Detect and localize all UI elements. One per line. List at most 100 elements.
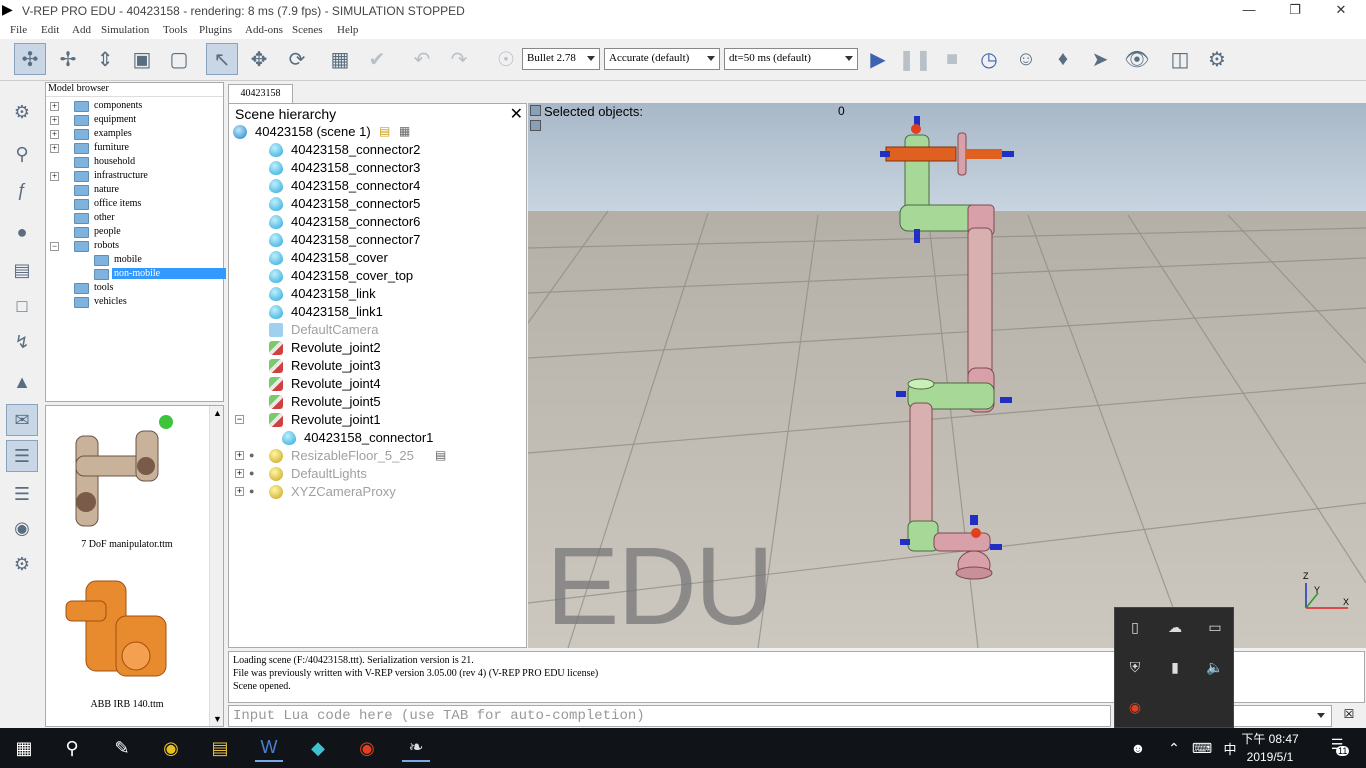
customization-icon[interactable]: ▤ [435,448,446,462]
volume-icon[interactable]: 🔈 [1205,659,1225,679]
collections-icon[interactable]: ● [6,216,38,248]
function-icon[interactable]: ƒ [6,174,38,206]
physics-engine-select[interactable]: Bullet 2.78 [522,48,600,70]
usb-icon[interactable]: ▯ [1125,619,1145,639]
expand-icon[interactable]: + [50,116,59,125]
hierarchy-item[interactable]: + ● ResizableFloor_5_25 ▤ [235,447,519,465]
expand-icon[interactable]: + [235,487,244,496]
object-rotate-icon[interactable]: ⟳ [281,43,313,75]
script-icon[interactable]: ▤ [379,124,390,138]
hierarchy-item[interactable]: 40423158_connector3 [269,159,519,177]
view-page-icon[interactable] [530,120,541,131]
display-icon[interactable]: ▭ [1205,619,1225,639]
paint-icon[interactable]: ✎ [108,734,136,762]
stop-simulation-icon[interactable]: ■ [936,43,968,75]
hierarchy-item[interactable]: 40423158_cover_top [269,267,519,285]
browser-icon[interactable]: ◉ [353,734,381,762]
hierarchy-item[interactable]: 40423158_link [269,285,519,303]
camera-rotate-icon[interactable]: ✢ [52,43,84,75]
menu-tools[interactable]: Tools [163,24,187,36]
pause-simulation-icon[interactable]: ❚❚ [898,43,932,75]
hierarchy-item[interactable]: DefaultCamera [269,321,519,339]
calculation-modules-icon[interactable]: ⚲ [6,138,38,170]
slow-down-icon[interactable]: ☺ [1010,43,1042,75]
manipulator-thumbnail[interactable] [75,415,173,527]
model-folder[interactable]: + examples [50,128,220,142]
scroll-down-icon[interactable]: ▼ [213,714,222,724]
scene-viewport[interactable]: Selected objects: 0 EDU X Y Z [528,103,1366,648]
taskbar-clock[interactable]: 下午 08:47 2019/5/1 [1240,730,1300,766]
menu-addons[interactable]: Add-ons [245,24,283,36]
thumbnails-scrollbar[interactable]: ▲ ▼ [209,406,223,726]
hierarchy-item[interactable]: + ● DefaultLights [235,465,519,483]
search-icon[interactable]: ⚲ [58,734,86,762]
model-folder[interactable]: vehicles [50,296,220,310]
expand-icon[interactable]: + [50,144,59,153]
expand-icon[interactable]: + [235,469,244,478]
menu-add[interactable]: Add [72,24,91,36]
thread-rendering-icon[interactable]: ➤ [1084,43,1116,75]
file-explorer-icon[interactable]: ▤ [206,734,234,762]
abb-thumbnail[interactable] [65,580,167,677]
view-menu-icon[interactable] [530,105,541,116]
user-settings-icon[interactable]: ⚙ [6,548,38,580]
kite-icon[interactable]: ◆ [304,734,332,762]
app-tray-icon[interactable]: ◉ [1125,699,1145,719]
model-folder[interactable]: household [50,156,220,170]
lua-command-input[interactable]: Input Lua code here (use TAB for auto-co… [228,705,1111,727]
minimize-button[interactable]: — [1226,2,1272,20]
word-icon[interactable]: W [255,734,283,762]
scene-tab[interactable]: 40423158 [228,84,293,103]
fit-to-view-icon[interactable]: ▢ [163,43,195,75]
hierarchy-item[interactable]: + ● XYZCameraProxy [235,483,519,501]
model-folder[interactable]: other [50,212,220,226]
restore-button[interactable]: ❐ [1272,2,1318,20]
redo-icon[interactable]: ↷ [443,43,475,75]
scene-hierarchy-icon[interactable]: ☰ [6,440,38,472]
hierarchy-item[interactable]: 40423158_connector2 [269,141,519,159]
hierarchy-item[interactable]: − Revolute_joint1 [235,411,519,429]
menu-scenes[interactable]: Scenes [292,24,323,36]
model-folder[interactable]: + equipment [50,114,220,128]
security-shield-icon[interactable]: ⛨ [1125,659,1145,679]
camera-shift-icon[interactable]: ⇕ [89,43,121,75]
dynamics-icon[interactable]: ☉ [490,43,522,75]
camera-angle-icon[interactable]: ▣ [126,43,158,75]
collapse-icon[interactable]: − [50,242,59,251]
timestep-select[interactable]: dt=50 ms (default) [724,48,858,70]
chrome-icon[interactable]: ◉ [157,734,185,762]
menu-help[interactable]: Help [337,24,358,36]
model-folder[interactable]: tools [50,282,220,296]
people-icon[interactable]: ☻ [1124,734,1152,762]
selection-icon[interactable]: ▲ [6,366,38,398]
start-simulation-icon[interactable]: ▶ [862,43,894,75]
hierarchy-root[interactable]: 40423158 (scene 1) ▤ ▦ [233,123,523,141]
realtime-clock-icon[interactable]: ◷ [973,43,1005,75]
visualization-icon[interactable]: 👁 [1121,43,1153,75]
expand-icon[interactable]: + [235,451,244,460]
menu-edit[interactable]: Edit [41,24,59,36]
action-center-icon[interactable]: ☰ 11 [1322,736,1352,760]
camera-pan-icon[interactable]: ✣ [14,43,46,75]
model-folder[interactable]: mobile [50,254,220,268]
model-folder[interactable]: − robots [50,240,220,254]
hierarchy-item[interactable]: 40423158_connector6 [269,213,519,231]
hierarchy-item[interactable]: 40423158_connector1 [282,429,522,447]
undo-icon[interactable]: ↶ [406,43,438,75]
menu-simulation[interactable]: Simulation [101,24,149,36]
onedrive-icon[interactable]: ☁ [1165,619,1185,639]
model-folder[interactable]: + furniture [50,142,220,156]
menu-plugins[interactable]: Plugins [199,24,232,36]
model-folder[interactable]: + infrastructure [50,170,220,184]
object-shift-icon[interactable]: ✥ [243,43,275,75]
scene-selector-icon[interactable]: ⚙ [1201,43,1233,75]
model-folder[interactable]: office items [50,198,220,212]
collapse-icon[interactable]: − [235,415,244,424]
lua-script-select[interactable] [1232,705,1332,727]
model-folder[interactable]: people [50,226,220,240]
page-selector-icon[interactable]: ◫ [1164,43,1196,75]
hierarchy-item[interactable]: 40423158_connector5 [269,195,519,213]
model-browser-icon[interactable]: ✉ [6,404,38,436]
video-recorder-icon[interactable]: ◉ [6,512,38,544]
vrep-taskbar-icon[interactable]: ❧ [402,734,430,762]
